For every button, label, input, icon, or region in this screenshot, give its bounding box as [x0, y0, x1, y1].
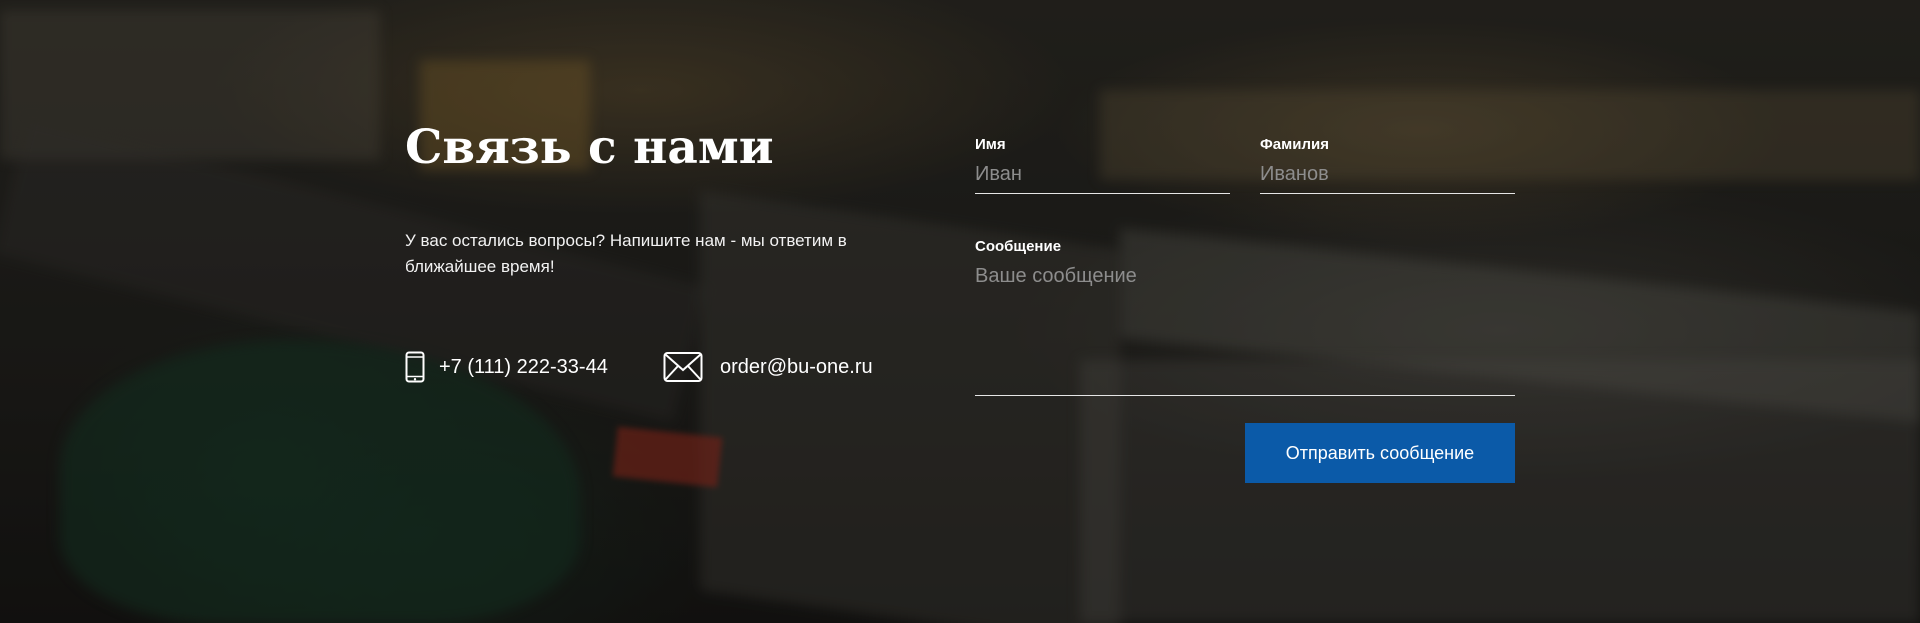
message-label: Сообщение	[975, 238, 1062, 255]
send-message-button[interactable]: Отправить сообщение	[1245, 423, 1515, 483]
last-name-label: Фамилия	[1260, 136, 1329, 153]
contact-section: Связь с нами У вас остались вопросы? Нап…	[0, 0, 1920, 623]
phone-number[interactable]: +7 (111) 222-33-44	[439, 356, 608, 379]
message-textarea[interactable]	[975, 261, 1515, 396]
last-name-field: Фамилия	[1260, 135, 1515, 194]
phone-icon	[405, 351, 425, 383]
section-subtitle: У вас остались вопросы? Напишите нам - м…	[405, 231, 847, 276]
first-name-label: Имя	[975, 136, 1006, 153]
section-title: Связь с нами	[405, 120, 774, 175]
envelope-icon	[663, 351, 703, 383]
first-name-field: Имя	[975, 135, 1230, 194]
phone-contact[interactable]: +7 (111) 222-33-44	[405, 350, 608, 384]
email-contact[interactable]: order@bu-one.ru	[663, 350, 873, 384]
last-name-input[interactable]	[1260, 159, 1515, 194]
message-field: Сообщение	[975, 237, 1515, 396]
email-address[interactable]: order@bu-one.ru	[720, 356, 873, 379]
first-name-input[interactable]	[975, 159, 1230, 194]
